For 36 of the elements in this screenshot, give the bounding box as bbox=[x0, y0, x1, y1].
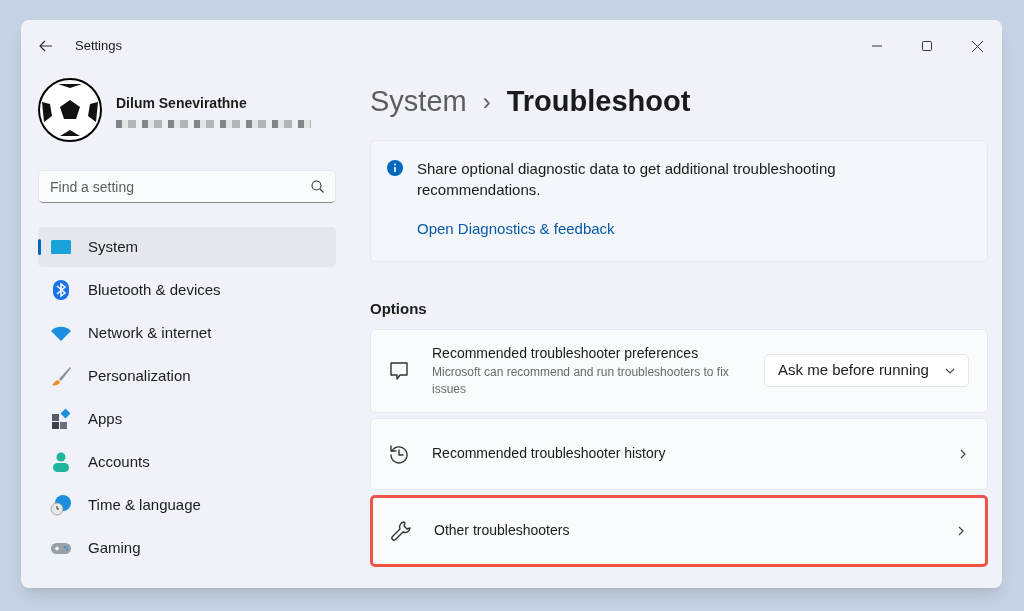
wrench-icon bbox=[390, 519, 412, 542]
sidebar-item[interactable]: Network & internet bbox=[38, 313, 336, 353]
back-arrow-icon[interactable] bbox=[39, 39, 53, 53]
paintbrush-icon bbox=[50, 365, 72, 387]
bluetooth-icon bbox=[50, 279, 72, 301]
apps-icon bbox=[50, 408, 72, 430]
profile-name: Dilum Senevirathne bbox=[116, 93, 248, 113]
person-icon bbox=[50, 451, 72, 473]
breadcrumb-separator: › bbox=[482, 87, 491, 117]
globe-clock-icon bbox=[50, 494, 72, 516]
window-title: Settings bbox=[75, 37, 122, 56]
sidebar-item[interactable]: Personalization bbox=[38, 356, 336, 396]
close-icon bbox=[971, 40, 983, 52]
sidebar-item[interactable]: Gaming bbox=[38, 528, 336, 568]
maximize-icon bbox=[922, 41, 932, 51]
speech-bubble-icon bbox=[388, 359, 410, 382]
preference-dropdown[interactable]: Ask me before running bbox=[764, 354, 969, 387]
page-title: Troubleshoot bbox=[506, 84, 691, 120]
search-field[interactable]: Find a setting bbox=[38, 170, 336, 203]
settings-row[interactable]: Other troubleshooters bbox=[370, 494, 988, 567]
sidebar-item[interactable]: Bluetooth & devices bbox=[38, 270, 336, 310]
section-heading: Options bbox=[370, 299, 428, 319]
row-title: Recommended troubleshooter preferences bbox=[432, 344, 700, 363]
minimize-icon bbox=[872, 45, 882, 47]
sidebar-item[interactable]: Time & language bbox=[38, 485, 336, 525]
search-icon bbox=[311, 180, 324, 193]
row-description: Microsoft can recommend and run troubleshooters to fix issues bbox=[432, 364, 730, 398]
sidebar-item[interactable]: System bbox=[38, 227, 336, 267]
info-text: Share optional diagnostic data to get additional troubleshooting recommendations. bbox=[417, 159, 837, 200]
info-icon bbox=[387, 160, 403, 176]
sidebar-item[interactable]: Apps bbox=[38, 399, 336, 439]
history-icon bbox=[388, 442, 410, 465]
diagnostics-link[interactable]: Open Diagnostics & feedback bbox=[417, 218, 615, 241]
breadcrumb-parent[interactable]: System bbox=[370, 80, 467, 124]
sidebar-item[interactable]: Accounts bbox=[38, 442, 336, 482]
settings-row[interactable]: Recommended troubleshooter history bbox=[370, 417, 988, 490]
